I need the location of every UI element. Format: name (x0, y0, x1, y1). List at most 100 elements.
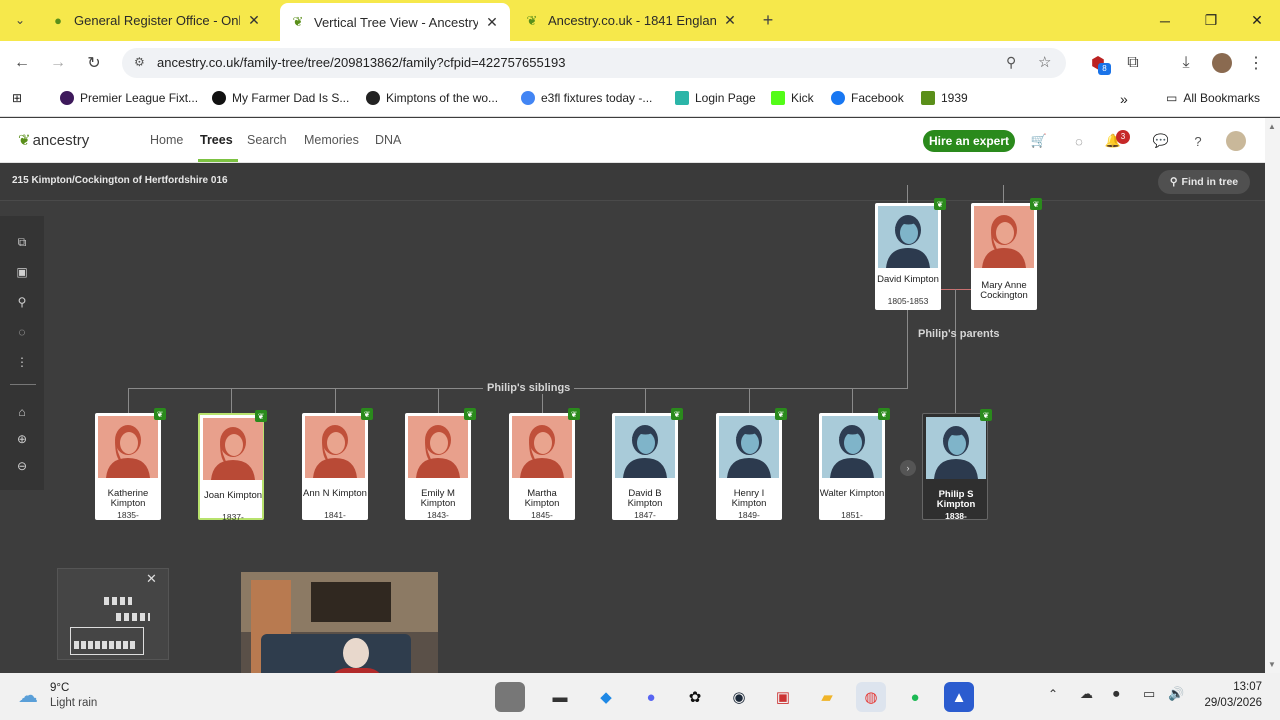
hire-an-expert-button[interactable]: Hire an expert (923, 130, 1015, 152)
all-bookmarks[interactable]: ▭ All Bookmarks (1166, 91, 1260, 105)
hint-leaf-icon[interactable]: ❦ (671, 408, 683, 420)
hint-leaf-icon[interactable]: ❦ (934, 198, 946, 210)
onedrive-icon[interactable]: ☁ (1080, 686, 1093, 702)
volume-icon[interactable]: 🔊 (1168, 686, 1184, 702)
close-tab-icon[interactable]: ✕ (246, 12, 262, 29)
tree-minimap[interactable]: ✕ (57, 568, 169, 660)
scroll-down-icon[interactable]: ▼ (1268, 660, 1276, 669)
media-gallery-icon[interactable]: ▣ (12, 262, 32, 282)
user-avatar[interactable] (1226, 131, 1246, 151)
hint-leaf-icon[interactable]: ❦ (980, 409, 992, 421)
messages-icon[interactable]: 💬 (1151, 131, 1171, 151)
address-bar[interactable]: ⚙ ancestry.co.uk/family-tree/tree/209813… (122, 48, 1066, 78)
more-options-icon[interactable]: ⋮ (12, 352, 32, 372)
person-card-sibling[interactable]: Ann N Kimpton 1841- ❦ (302, 408, 373, 520)
help-icon[interactable]: ? (1188, 131, 1208, 151)
steam-icon[interactable]: ◉ (724, 682, 754, 712)
spotify-icon[interactable]: ● (900, 682, 930, 712)
app-icon[interactable]: ✿ (680, 682, 710, 712)
back-icon[interactable]: ← (8, 49, 36, 77)
folder-icon[interactable]: ▰ (812, 682, 842, 712)
profile-avatar[interactable] (1208, 49, 1236, 77)
search-people-icon[interactable]: ⚲ (12, 292, 32, 312)
download-icon[interactable]: ⤓ (1172, 49, 1200, 77)
apps-grid-icon[interactable]: ⊞ (12, 91, 22, 105)
app-icon[interactable]: ▲ (944, 682, 974, 712)
person-card-sibling[interactable]: Emily M Kimpton 1843- ❦ (405, 408, 476, 520)
more-bookmarks-chevron-icon[interactable]: » (1120, 91, 1128, 107)
tab-ancestry-1841-census[interactable]: ❦ Ancestry.co.uk - 1841 England C ✕ (514, 0, 748, 41)
person-card-sibling[interactable]: David B Kimpton 1847- ❦ (612, 408, 683, 520)
home-person-icon[interactable]: ⌂ (12, 402, 32, 422)
browser-menu-icon[interactable]: ⋮ (1242, 49, 1270, 77)
bookmark-facebook[interactable]: Facebook (831, 91, 904, 105)
hint-leaf-icon[interactable]: ❦ (775, 408, 787, 420)
network-icon[interactable]: ▭ (1143, 686, 1155, 702)
close-tab-icon[interactable]: ✕ (484, 14, 500, 31)
weather-description[interactable]: Light rain (50, 697, 97, 709)
hint-leaf-icon[interactable]: ❦ (255, 410, 267, 422)
weather-rain-icon[interactable]: ☁ (18, 683, 38, 708)
nav-trees[interactable]: Trees (200, 133, 233, 147)
close-window-icon[interactable]: ✕ (1234, 0, 1280, 41)
person-card-sibling[interactable]: Walter Kimpton 1851- ❦ (819, 408, 890, 520)
tree-view-icon[interactable]: ⧉ (12, 232, 32, 252)
hint-leaf-icon[interactable]: ❦ (154, 408, 166, 420)
zoom-in-icon[interactable]: ⊕ (12, 429, 32, 449)
person-card-focus[interactable]: Philip S Kimpton 1838- ❦ (922, 409, 992, 521)
weather-temperature[interactable]: 9°C (50, 682, 69, 694)
find-in-tree-button[interactable]: ⚲ Find in tree (1158, 170, 1250, 194)
clock-time[interactable]: 13:07 (1200, 681, 1262, 693)
chrome-icon[interactable]: ◍ (856, 682, 886, 712)
person-card-sibling[interactable]: Katherine Kimpton 1835- ❦ (95, 408, 166, 520)
reload-icon[interactable]: ↻ (80, 49, 108, 77)
new-tab-plus-icon[interactable]: + (754, 6, 782, 34)
comments-icon[interactable]: ◌ (12, 322, 32, 342)
restore-icon[interactable]: ❐ (1188, 0, 1234, 41)
notifications-bell-icon[interactable]: 🔔 3 (1103, 130, 1130, 151)
cart-icon[interactable]: 🛒 (1029, 131, 1049, 151)
app-icon[interactable]: ◆ (591, 682, 621, 712)
hint-leaf-icon[interactable]: ❦ (464, 408, 476, 420)
close-tab-icon[interactable]: ✕ (722, 12, 738, 29)
bookmark-login-page[interactable]: Login Page (675, 91, 756, 105)
clock-date[interactable]: 29/03/2026 (1190, 697, 1262, 709)
bookmark-kick[interactable]: Kick (771, 91, 814, 105)
person-card-father[interactable]: David Kimpton 1805-1853 ❦ (875, 198, 946, 310)
hints-icon[interactable]: ◌ (1069, 131, 1089, 151)
person-card-sibling[interactable]: Henry I Kimpton 1849- ❦ (716, 408, 787, 520)
nav-search[interactable]: Search (247, 133, 287, 147)
tray-chevron-icon[interactable]: ⌃ (1048, 687, 1058, 701)
extensions-puzzle-icon[interactable]: ⧉ (1119, 49, 1147, 77)
discord-icon[interactable]: ● (636, 682, 666, 712)
close-minimap-icon[interactable]: ✕ (146, 571, 157, 587)
nav-memories[interactable]: Memories (304, 133, 359, 147)
hint-leaf-icon[interactable]: ❦ (361, 408, 373, 420)
person-card-sibling[interactable]: Joan Kimpton 1837- ❦ (198, 410, 267, 522)
nav-dna[interactable]: DNA (375, 133, 401, 147)
nav-home[interactable]: Home (150, 133, 183, 147)
bookmark-1939[interactable]: 1939 (921, 91, 968, 105)
bookmark-star-icon[interactable]: ☆ (1038, 53, 1051, 71)
app-icon[interactable] (495, 682, 525, 712)
bookmark-my-farmer-dad[interactable]: My Farmer Dad Is S... (212, 91, 349, 105)
site-info-icon[interactable]: ⚙ (134, 55, 145, 69)
microphone-icon[interactable]: ⏺ (1113, 686, 1120, 702)
tab-search-chevron-icon[interactable]: ⌄ (6, 6, 34, 34)
hint-leaf-icon[interactable]: ❦ (568, 408, 580, 420)
scroll-up-icon[interactable]: ▲ (1268, 122, 1276, 131)
bookmark-premier-league[interactable]: Premier League Fixt... (60, 91, 198, 105)
person-card-sibling[interactable]: Martha Kimpton 1845- ❦ (509, 408, 580, 520)
hint-leaf-icon[interactable]: ❦ (1030, 198, 1042, 210)
forward-icon[interactable]: → (44, 49, 72, 77)
tree-name[interactable]: 215 Kimpton/Cockington of Hertfordshire … (12, 175, 228, 186)
ancestry-logo[interactable]: ❦ ancestry (18, 131, 89, 150)
zoom-out-icon[interactable]: ⊖ (12, 456, 32, 476)
tab-vertical-tree-view[interactable]: ❦ Vertical Tree View - Ancestry ✕ (280, 3, 510, 41)
zoom-icon[interactable]: ⚲ (1006, 54, 1016, 71)
chevron-right-icon[interactable]: › (900, 460, 916, 476)
hint-leaf-icon[interactable]: ❦ (878, 408, 890, 420)
app-icon[interactable]: ▣ (768, 682, 798, 712)
minimize-icon[interactable]: ─ (1142, 0, 1188, 41)
page-scrollbar[interactable]: ▲ ▼ (1265, 118, 1280, 673)
